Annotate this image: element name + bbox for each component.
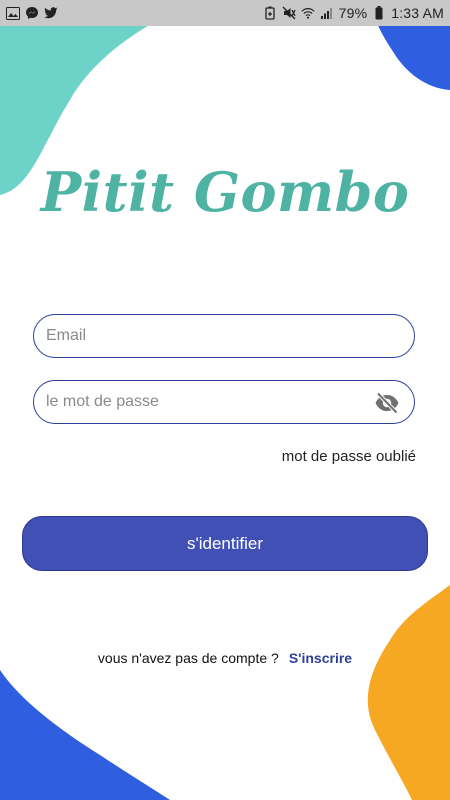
app-logo: Pitit Gombo [40,160,410,224]
email-field-wrapper [33,314,415,358]
register-row: vous n'avez pas de compte ? S'inscrire [0,650,450,666]
wifi-icon [301,6,315,20]
password-input[interactable] [34,393,414,411]
eye-off-icon[interactable] [374,391,400,415]
status-bar: 79% 1:33 AM [0,0,450,26]
signal-icon [320,6,334,20]
clock-time: 1:33 AM [391,5,444,21]
signin-button[interactable]: s'identifier [22,516,428,571]
messenger-icon [25,6,39,20]
register-prompt: vous n'avez pas de compte ? [97,650,279,666]
password-field-wrapper [33,380,415,424]
forgot-password-link[interactable]: mot de passe oublié [282,448,416,465]
twitter-icon [44,6,58,20]
register-link[interactable]: S'inscrire [289,650,352,666]
mute-icon [282,6,296,20]
orange-blob [367,585,450,800]
status-bar-left [6,6,58,20]
status-bar-right: 79% 1:33 AM [263,5,444,21]
gallery-icon [6,6,20,20]
battery-saver-icon [263,6,277,20]
battery-percentage: 79% [338,5,368,21]
blue-blob-bottom [0,670,170,800]
battery-icon [372,6,386,20]
email-input[interactable] [34,327,414,345]
